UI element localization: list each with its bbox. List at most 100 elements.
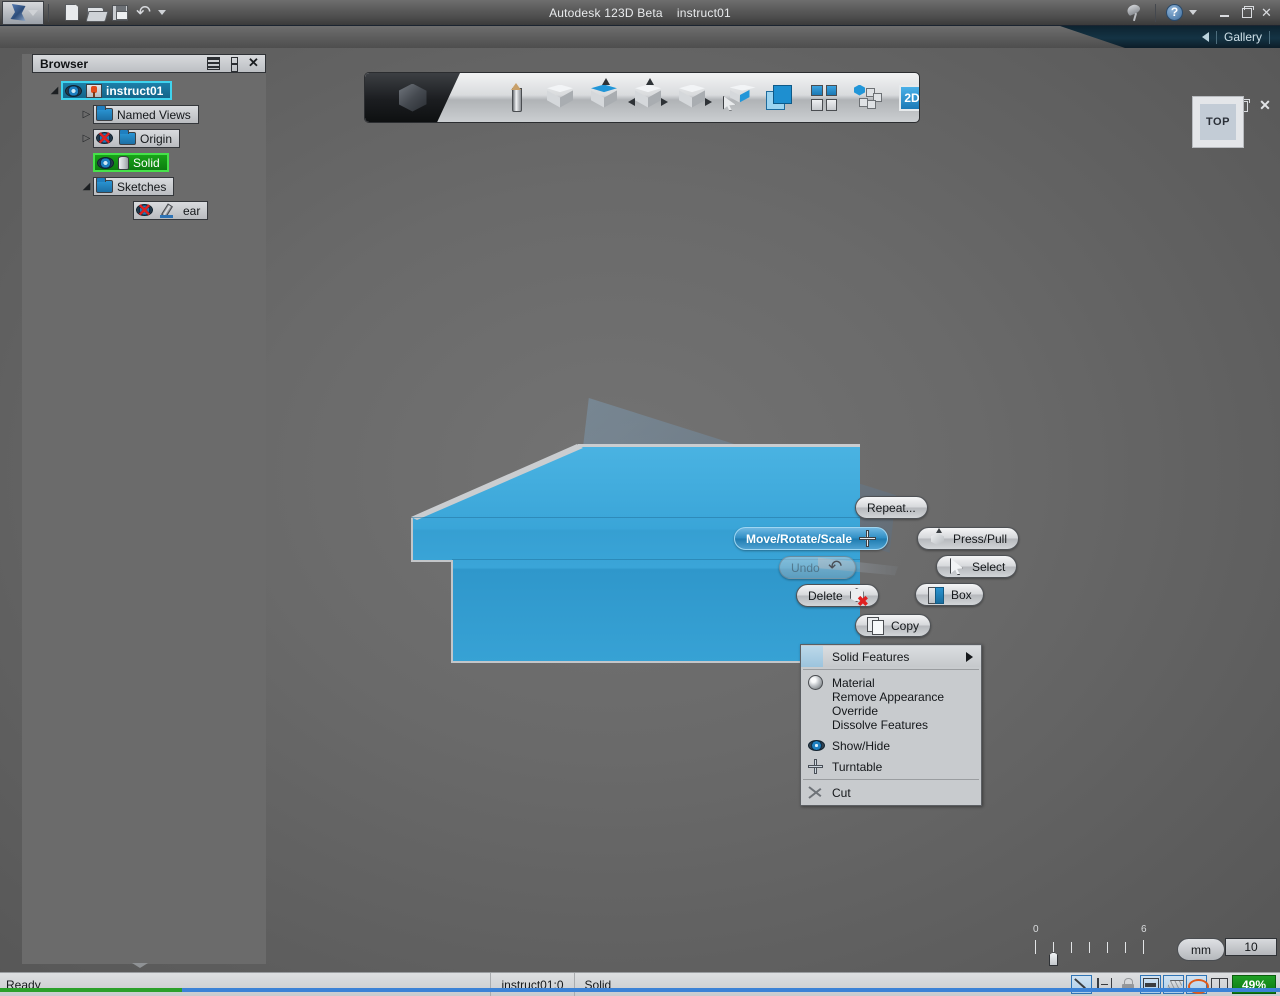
cube-pointer-icon — [679, 84, 712, 111]
tree-node-ear[interactable]: ✕ ear — [133, 201, 209, 220]
gallery-bar-left-fill — [0, 26, 1125, 48]
four-square-grid-icon — [811, 84, 837, 111]
browser-close-icon[interactable]: ✕ — [247, 56, 260, 70]
main-toolbar: 2D — [364, 72, 920, 123]
tree-item-sketches[interactable]: ◢ Sketches — [34, 176, 266, 197]
visibility-eye-icon[interactable] — [65, 84, 82, 97]
solid-ghost-preview — [582, 398, 896, 553]
tree-item-origin[interactable]: ▷ ✕ Origin — [34, 128, 266, 149]
solid-step-edge — [411, 560, 453, 562]
marking-menu-box-label: Box — [951, 587, 972, 602]
twisty-icon[interactable]: ◢ — [80, 180, 93, 193]
folder-icon — [119, 129, 136, 145]
twisty-icon[interactable]: ▷ — [80, 132, 93, 145]
tree-item-named-views[interactable]: ▷ Named Views — [34, 104, 266, 125]
submenu-arrow-icon — [966, 651, 973, 662]
delete-cube-icon: ✖ — [849, 587, 869, 608]
undo-arrow-icon: ↶ — [828, 557, 843, 576]
browser-header-icons: ✕ — [207, 56, 265, 72]
document-name-text: instruct01 — [676, 5, 731, 20]
ruler-tick-label-start: 0 — [1033, 924, 1039, 935]
tree-item-instruct01[interactable]: ◢ instruct01 — [34, 80, 266, 101]
pattern-tool-button[interactable] — [807, 81, 841, 115]
browser-dock-icon[interactable] — [227, 57, 240, 72]
construct-tool-button[interactable] — [587, 77, 621, 115]
tree-node-named-views[interactable]: Named Views — [93, 105, 199, 124]
ruler-tick — [1053, 942, 1054, 953]
marking-menu-press-pull[interactable]: Press/Pull — [917, 527, 1020, 550]
eye-icon — [808, 738, 825, 753]
marking-menu-select[interactable]: Select — [936, 555, 1018, 578]
ruler-slider-handle[interactable] — [1049, 952, 1058, 966]
progress-blue-segment — [182, 988, 1280, 992]
context-menu-item-show-hide[interactable]: Show/Hide — [801, 735, 981, 756]
2d-star-icon: 2D — [898, 84, 919, 111]
context-menu-item-remove-appearance-override[interactable]: Remove Appearance Override — [801, 690, 981, 718]
marking-menu-press-pull-label: Press/Pull — [953, 531, 1008, 546]
twisty-icon[interactable]: ◢ — [48, 84, 61, 97]
marking-menu-repeat[interactable]: Repeat... — [855, 496, 928, 519]
tree-node-instruct01[interactable]: instruct01 — [61, 81, 173, 100]
grid-value-field[interactable]: 10 — [1225, 938, 1277, 956]
tree-node-origin[interactable]: ✕ Origin — [93, 129, 181, 148]
combine-tool-button[interactable] — [763, 81, 797, 115]
tree-label-ear: ear — [183, 203, 201, 218]
move-gizmo-icon — [859, 530, 877, 547]
primitives-tool-button[interactable] — [543, 81, 577, 115]
tree-label-named-views: Named Views — [117, 107, 191, 122]
twisty-icon[interactable]: ▷ — [80, 108, 93, 121]
panel-close-icon[interactable]: ✕ — [1258, 98, 1272, 112]
browser-list-view-icon[interactable] — [207, 57, 220, 70]
array-tool-button[interactable] — [851, 81, 885, 115]
marking-menu-delete[interactable]: Delete ✖ — [796, 584, 879, 608]
marking-menu-copy[interactable]: Copy — [855, 614, 932, 637]
drawing-2d-tool-button[interactable]: 2D — [895, 81, 919, 115]
status-bar: Ready instruct01:0 Solid 49% — [0, 972, 1280, 996]
hidden-eye-wrapper[interactable]: ✕ — [136, 202, 155, 219]
window-title: Autodesk 123D Beta instruct01 — [0, 6, 1280, 20]
status-selection-cell: Solid — [573, 972, 622, 996]
solid-body-house-shape[interactable] — [412, 446, 860, 663]
context-menu-label-solid-features: Solid Features — [832, 649, 910, 664]
context-menu-icon-placeholder — [808, 649, 825, 664]
context-menu-item-cut[interactable]: Cut — [801, 782, 981, 803]
browser-panel: Browser ✕ ◢ instruct01 ▷ Named Views ▷ ✕… — [22, 54, 266, 964]
modify-tool-button[interactable] — [628, 77, 668, 115]
toolbar-logo-button[interactable] — [365, 73, 460, 122]
context-menu-item-turntable[interactable]: Turntable — [801, 756, 981, 777]
context-menu-item-dissolve-features[interactable]: Dissolve Features — [801, 714, 981, 735]
visibility-eye-icon[interactable] — [97, 156, 114, 169]
turntable-gizmo-icon — [808, 759, 825, 774]
view-cube-top-face[interactable]: TOP — [1200, 104, 1236, 140]
sketch-tool-button[interactable] — [499, 81, 533, 115]
marking-menu-undo-label: Undo — [791, 560, 820, 575]
tree-item-solid[interactable]: Solid — [34, 152, 266, 173]
ruler-tick — [1125, 942, 1126, 953]
minimize-icon[interactable] — [1217, 5, 1232, 21]
viewport-canvas[interactable]: Browser ✕ ◢ instruct01 ▷ Named Views ▷ ✕… — [0, 48, 1280, 972]
transform-tool-button[interactable] — [675, 81, 712, 115]
tree-item-ear[interactable]: ✕ ear — [34, 200, 266, 221]
satellite-dish-icon[interactable] — [1125, 4, 1145, 22]
context-menu-label-turntable: Turntable — [832, 759, 883, 774]
restore-icon[interactable] — [1238, 5, 1254, 21]
select-tool-button[interactable] — [719, 81, 756, 115]
ruler-tick — [1107, 942, 1108, 953]
ruler-tick-label-end: 6 — [1141, 924, 1147, 935]
marking-menu-move-rotate-scale-label: Move/Rotate/Scale — [746, 531, 853, 546]
tree-node-sketches[interactable]: Sketches — [93, 177, 175, 196]
marking-menu-box[interactable]: Box — [915, 583, 984, 606]
marking-menu-move-rotate-scale[interactable]: Move/Rotate/Scale — [734, 527, 889, 550]
hidden-eye-wrapper[interactable]: ✕ — [96, 130, 115, 147]
tree-node-solid[interactable]: Solid — [93, 153, 169, 172]
gallery-tab[interactable]: Gallery — [1201, 30, 1280, 44]
unit-selector[interactable]: mm — [1177, 938, 1225, 961]
press-pull-cube-icon — [929, 528, 946, 547]
collapse-left-arrow-icon[interactable] — [1201, 32, 1209, 42]
cube-select-arrow-icon — [722, 84, 756, 111]
context-menu-item-solid-features[interactable]: Solid Features — [801, 646, 981, 667]
browser-title: Browser — [40, 56, 89, 71]
folder-icon — [96, 177, 113, 193]
view-cube-icon[interactable]: TOP — [1192, 96, 1244, 148]
123d-cube-logo-icon — [398, 83, 427, 112]
